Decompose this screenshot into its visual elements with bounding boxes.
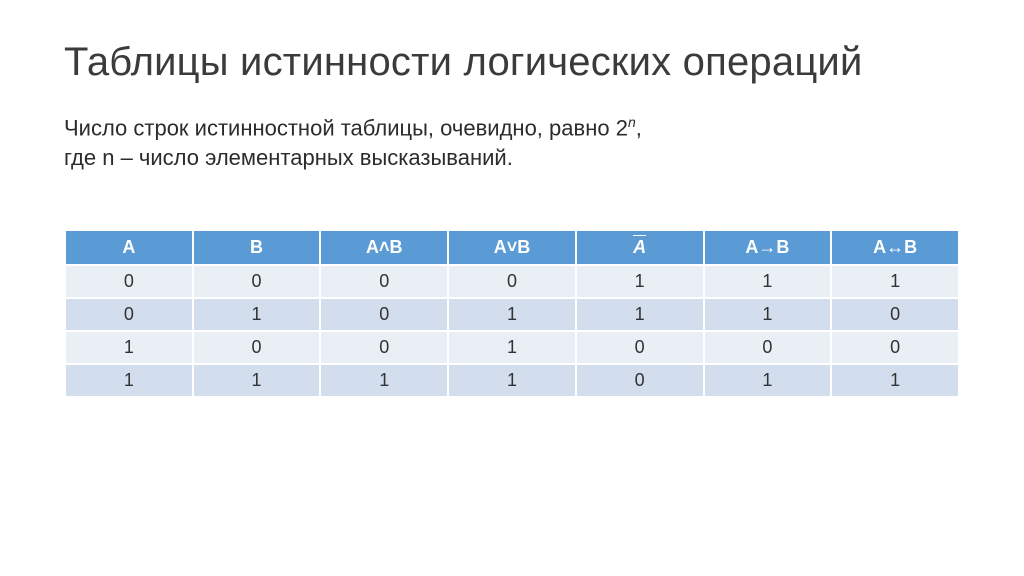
cell-or: 0 bbox=[448, 265, 576, 298]
table-row: 0 1 0 1 1 1 0 bbox=[65, 298, 959, 331]
cell-a: 0 bbox=[65, 265, 193, 298]
col-header-a: A bbox=[65, 230, 193, 265]
col-header-b: B bbox=[193, 230, 321, 265]
cell-not: 0 bbox=[576, 364, 704, 397]
not-a-symbol: A bbox=[633, 235, 646, 257]
table-header-row: A B A˄B A˅B A A→B A↔B bbox=[65, 230, 959, 265]
cell-impl: 1 bbox=[704, 364, 832, 397]
table-row: 0 0 0 0 1 1 1 bbox=[65, 265, 959, 298]
cell-b: 1 bbox=[193, 364, 321, 397]
cell-a: 1 bbox=[65, 364, 193, 397]
cell-equiv: 1 bbox=[831, 265, 959, 298]
col-header-equiv: A↔B bbox=[831, 230, 959, 265]
cell-a: 1 bbox=[65, 331, 193, 364]
cell-equiv: 1 bbox=[831, 364, 959, 397]
body-exp-n: n bbox=[628, 114, 636, 130]
cell-or: 1 bbox=[448, 364, 576, 397]
cell-not: 1 bbox=[576, 298, 704, 331]
cell-equiv: 0 bbox=[831, 298, 959, 331]
cell-equiv: 0 bbox=[831, 331, 959, 364]
body-line1-suffix: , bbox=[636, 115, 642, 140]
cell-b: 1 bbox=[193, 298, 321, 331]
cell-or: 1 bbox=[448, 298, 576, 331]
truth-table: A B A˄B A˅B A A→B A↔B 0 0 0 0 1 1 1 0 1 bbox=[64, 229, 960, 398]
col-header-and: A˄B bbox=[320, 230, 448, 265]
cell-not: 0 bbox=[576, 331, 704, 364]
table-row: 1 1 1 1 0 1 1 bbox=[65, 364, 959, 397]
cell-impl: 0 bbox=[704, 331, 832, 364]
slide: Таблицы истинности логических операций Ч… bbox=[0, 0, 1024, 576]
slide-title: Таблицы истинности логических операций bbox=[64, 40, 960, 85]
col-header-not-a: A bbox=[576, 230, 704, 265]
body-line2: где n – число элементарных высказываний. bbox=[64, 145, 513, 170]
cell-a: 0 bbox=[65, 298, 193, 331]
cell-b: 0 bbox=[193, 331, 321, 364]
cell-impl: 1 bbox=[704, 298, 832, 331]
cell-and: 0 bbox=[320, 265, 448, 298]
cell-impl: 1 bbox=[704, 265, 832, 298]
body-text: Число строк истинностной таблицы, очевид… bbox=[64, 113, 960, 173]
body-two: 2 bbox=[616, 115, 628, 140]
body-line1-prefix: Число строк истинностной таблицы, очевид… bbox=[64, 115, 616, 140]
cell-b: 0 bbox=[193, 265, 321, 298]
cell-or: 1 bbox=[448, 331, 576, 364]
table-row: 1 0 0 1 0 0 0 bbox=[65, 331, 959, 364]
cell-and: 1 bbox=[320, 364, 448, 397]
cell-not: 1 bbox=[576, 265, 704, 298]
cell-and: 0 bbox=[320, 298, 448, 331]
col-header-or: A˅B bbox=[448, 230, 576, 265]
cell-and: 0 bbox=[320, 331, 448, 364]
col-header-impl: A→B bbox=[704, 230, 832, 265]
